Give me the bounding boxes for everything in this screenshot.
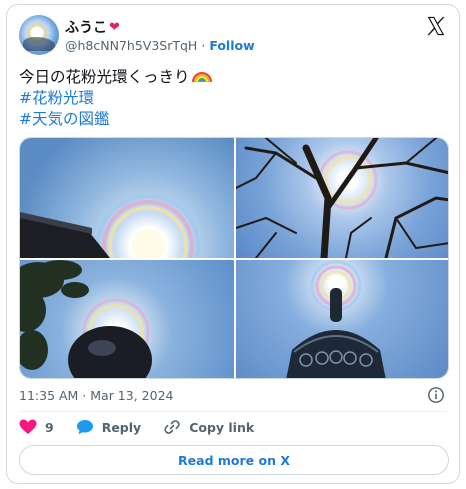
copy-link-label: Copy link (189, 419, 255, 435)
halo-photo-dome (20, 260, 152, 378)
halo-photo-building (20, 194, 200, 258)
avatar[interactable] (19, 15, 59, 55)
photo[interactable] (236, 138, 448, 258)
follow-button[interactable]: Follow (209, 38, 254, 53)
author-name-row: ふうこ ❤ (65, 17, 120, 37)
hashtag-link[interactable]: #花粉光環 (19, 88, 212, 109)
reply-icon (76, 420, 93, 435)
halo-photo-tower (286, 260, 386, 378)
reply-label: Reply (101, 419, 142, 435)
heart-emoji: ❤ (109, 19, 120, 35)
photo[interactable] (236, 260, 448, 378)
post-card: ふうこ ❤ @h8cNN7h5V3SrTqH · Follow 今日の花粉光環く… (6, 4, 460, 484)
author-handle[interactable]: @h8cNN7h5V3SrTqH (65, 38, 197, 53)
reply-button[interactable]: Reply (76, 419, 141, 435)
halo-photo-trees (236, 138, 448, 258)
post-text-line: 今日の花粉光環くっきり (19, 67, 212, 88)
post-text-main: 今日の花粉光環くっきり (19, 68, 190, 86)
action-bar: 9 Reply Copy link (19, 419, 276, 435)
photo[interactable] (20, 138, 234, 258)
read-more-button[interactable]: Read more on X (19, 445, 449, 475)
separator-dot: · (201, 38, 206, 53)
divider (19, 411, 447, 412)
author-name[interactable]: ふうこ (65, 17, 107, 37)
hashtag-link[interactable]: #天気の図鑑 (19, 109, 212, 130)
like-button[interactable]: 9 (19, 419, 54, 435)
copy-link-button[interactable]: Copy link (163, 419, 254, 435)
info-icon[interactable] (427, 386, 445, 404)
rainbow-emoji-icon (191, 72, 212, 83)
post-text: 今日の花粉光環くっきり #花粉光環 #天気の図鑑 (19, 67, 212, 130)
author-handle-row: @h8cNN7h5V3SrTqH · Follow (65, 38, 255, 53)
like-count: 9 (45, 419, 54, 435)
heart-icon (19, 419, 37, 434)
x-logo-icon[interactable] (425, 15, 447, 37)
post-timestamp[interactable]: 11:35 AM · Mar 13, 2024 (19, 388, 173, 403)
link-icon (164, 420, 180, 434)
photo-grid (19, 137, 449, 379)
photo[interactable] (20, 260, 234, 378)
